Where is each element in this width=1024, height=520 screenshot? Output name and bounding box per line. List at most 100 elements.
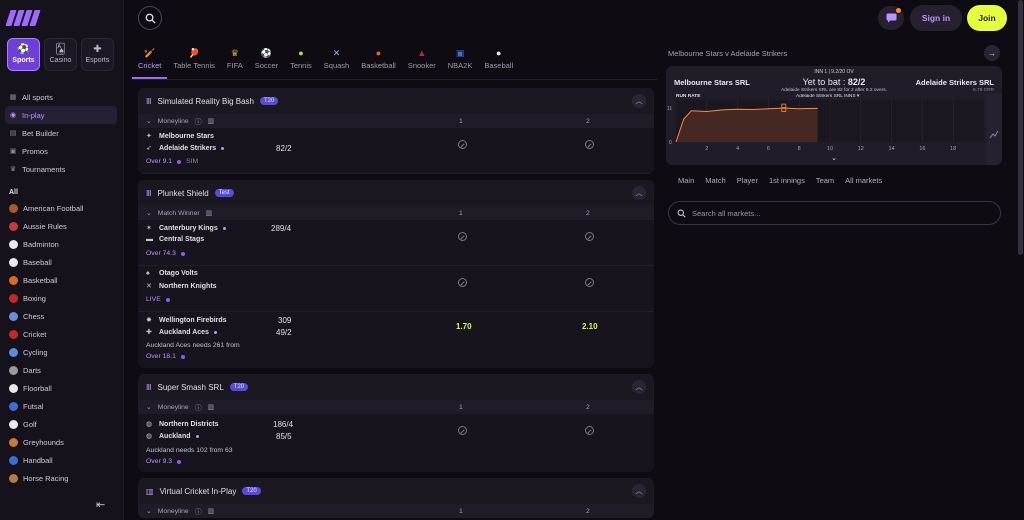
event-row[interactable]: ◍ Northern Districts ◍ Auckland 186/4 85/5…: [138, 414, 654, 472]
sidebar-sport-american-football[interactable]: American Football: [5, 199, 117, 217]
column-header-1: 1: [459, 403, 463, 411]
sidebar-sport-badminton[interactable]: Badminton: [5, 235, 117, 253]
tab-baseball[interactable]: ● Baseball: [478, 48, 519, 79]
sidebar-item-tournaments[interactable]: ♛ Tournaments: [5, 160, 117, 178]
market-search-input[interactable]: [692, 208, 972, 218]
collapse-sidebar-icon[interactable]: ⇤: [96, 498, 105, 511]
chevron-up-icon[interactable]: ︿: [632, 380, 646, 394]
info-icon[interactable]: ⓘ: [195, 506, 202, 516]
tab-all-markets[interactable]: All markets: [845, 176, 882, 185]
sidebar-sport-floorball[interactable]: Floorball: [5, 379, 117, 397]
brand-logo[interactable]: [5, 10, 41, 26]
tab-table-tennis[interactable]: 🏓 Table Tennis: [167, 48, 221, 79]
team-logo-icon: ✦: [146, 133, 152, 140]
soccer-ball-icon: ⚽: [260, 48, 273, 58]
tab-1st-innings[interactable]: 1st innings: [769, 176, 805, 185]
basketball-icon: ●: [375, 48, 382, 58]
tile-sports[interactable]: ⚽ Sports: [7, 38, 40, 71]
tab-player[interactable]: Player: [737, 176, 758, 185]
sidebar-sport-boxing[interactable]: Boxing: [5, 289, 117, 307]
competition-card: Ⅲ Simulated Reality Big Bash T20 ︿ ⌄ Mon…: [138, 88, 654, 174]
sidebar-sport-baseball[interactable]: Baseball: [5, 253, 117, 271]
bet-builder-icon[interactable]: ▥: [206, 209, 212, 217]
tab-nba2k[interactable]: ▣ NBA2K: [442, 48, 479, 79]
odds-button-home[interactable]: 1.70: [456, 322, 472, 331]
sidebar-sport-greyhounds[interactable]: Greyhounds: [5, 433, 117, 451]
market-name: Moneyline: [157, 403, 189, 411]
odds-button-away[interactable]: 2.10: [582, 322, 598, 331]
page-scrollbar[interactable]: [1018, 0, 1023, 255]
handball-icon: [9, 455, 18, 465]
competition-header[interactable]: Ⅲ Simulated Reality Big Bash T20 ︿: [138, 88, 654, 114]
search-icon: [677, 209, 686, 218]
sidebar-sport-aussie-rules[interactable]: Aussie Rules: [5, 217, 117, 235]
competition-header[interactable]: Ⅲ Plunket Shield Test ︿: [138, 180, 654, 206]
run-rate-chart: 2 4 6 8 10 12 14 16 18 0 11 RUN RATE Adelaide Strike…: [667, 94, 984, 162]
match-title[interactable]: Melbourne Stars v Adelaide Strikers: [668, 49, 787, 58]
sidebar-sport-handball[interactable]: Handball: [5, 451, 117, 469]
market-search-box[interactable]: [668, 201, 1001, 225]
tab-snooker[interactable]: ▲ Snooker: [402, 48, 442, 79]
baseball-icon: [9, 257, 18, 267]
bet-builder-icon[interactable]: ▥: [207, 117, 213, 125]
away-team: ✕ Northern Knights: [146, 282, 217, 291]
market-selector[interactable]: ⌄ Moneyline ⓘ ▥ 1 2: [138, 114, 654, 128]
competition-header[interactable]: ▥ Virtual Cricket In-Play T20 ︿: [138, 478, 654, 504]
sidebar-sport-darts[interactable]: Darts: [5, 361, 117, 379]
event-row[interactable]: ✸ Wellington Firebirds ✚ Auckland Aces 309…: [138, 312, 654, 368]
market-selector[interactable]: ⌄ Match Winner ▥ 1 2: [138, 206, 654, 220]
sidebar-item-in-play[interactable]: ◉ In-play: [5, 106, 117, 124]
tab-soccer[interactable]: ⚽ Soccer: [249, 48, 284, 79]
tab-fifa[interactable]: ♛ FIFA: [221, 48, 249, 79]
chevron-up-icon[interactable]: ︿: [632, 94, 646, 108]
chevron-up-icon[interactable]: ︿: [632, 484, 646, 498]
sidebar-sport-chess[interactable]: Chess: [5, 307, 117, 325]
sidebar-sport-futsal[interactable]: Futsal: [5, 397, 117, 415]
competition-name: Simulated Reality Big Bash: [157, 96, 255, 106]
tile-casino[interactable]: 🂡 Casino: [44, 38, 77, 71]
tab-team[interactable]: Team: [816, 176, 834, 185]
suspended-odds-icon: [458, 232, 467, 241]
batting-indicator: [213, 330, 217, 334]
event-row[interactable]: ♠ Otago Volts ✕ Northern Knights LIVE: [138, 266, 654, 312]
tab-squash[interactable]: ✕ Squash: [318, 48, 355, 79]
market-selector[interactable]: ⌄ Moneyline ⓘ ▥ 1 2: [138, 504, 654, 518]
event-row[interactable]: ✶ Canterbury Kings ▬ Central Stags 289/4 O…: [138, 220, 654, 266]
live-dot: [165, 297, 170, 302]
sign-in-button[interactable]: Sign in: [910, 5, 962, 31]
darts-icon: [9, 365, 18, 375]
competition-header[interactable]: Ⅲ Super Smash SRL T20 ︿: [138, 374, 654, 400]
basketball-icon: [9, 275, 18, 285]
tab-basketball[interactable]: ● Basketball: [355, 48, 402, 79]
home-team: ♠ Otago Volts: [146, 270, 198, 277]
info-icon[interactable]: ⓘ: [195, 402, 202, 412]
event-row[interactable]: ✦ Melbourne Stars ➶ Adelaide Strikers 82/2…: [138, 128, 654, 174]
sidebar-heading-all: All: [9, 188, 18, 196]
tab-match[interactable]: Match: [705, 176, 725, 185]
tile-esports[interactable]: ✚ Esports: [81, 38, 114, 71]
sidebar-sport-cycling[interactable]: Cycling: [5, 343, 117, 361]
chevron-up-icon[interactable]: ︿: [632, 186, 646, 200]
bet-builder-icon[interactable]: ▥: [207, 403, 213, 411]
tab-tennis[interactable]: ● Tennis: [284, 48, 318, 79]
sidebar-item-bet-builder[interactable]: ▤ Bet Builder: [5, 124, 117, 142]
virtual-cricket-icon: ▥: [146, 486, 154, 496]
bet-builder-icon[interactable]: ▥: [207, 507, 213, 515]
market-selector[interactable]: ⌄ Moneyline ⓘ ▥ 1 2: [138, 400, 654, 414]
sidebar-item-all-sports[interactable]: ▦ All sports: [5, 88, 117, 106]
tab-cricket[interactable]: 🏏 Cricket: [132, 48, 168, 79]
away-team: ▬ Central Stags: [146, 236, 205, 243]
sidebar-sport-golf[interactable]: Golf: [5, 415, 117, 433]
arrow-right-icon[interactable]: →: [984, 45, 1000, 61]
sidebar-sport-basketball[interactable]: Basketball: [5, 271, 117, 289]
sidebar-sport-horse-racing[interactable]: Horse Racing: [5, 469, 117, 487]
global-search-button[interactable]: [138, 6, 162, 30]
trophy-icon: ♛: [230, 48, 239, 58]
info-icon[interactable]: ⓘ: [195, 116, 202, 126]
event-status: Over 18.1: [146, 353, 185, 360]
tab-main[interactable]: Main: [678, 176, 694, 185]
chat-button[interactable]: [878, 6, 904, 30]
join-button[interactable]: Join: [967, 5, 1007, 31]
sidebar-sport-cricket[interactable]: Cricket: [5, 325, 117, 343]
sidebar-item-promos[interactable]: ▣ Promos: [5, 142, 117, 160]
